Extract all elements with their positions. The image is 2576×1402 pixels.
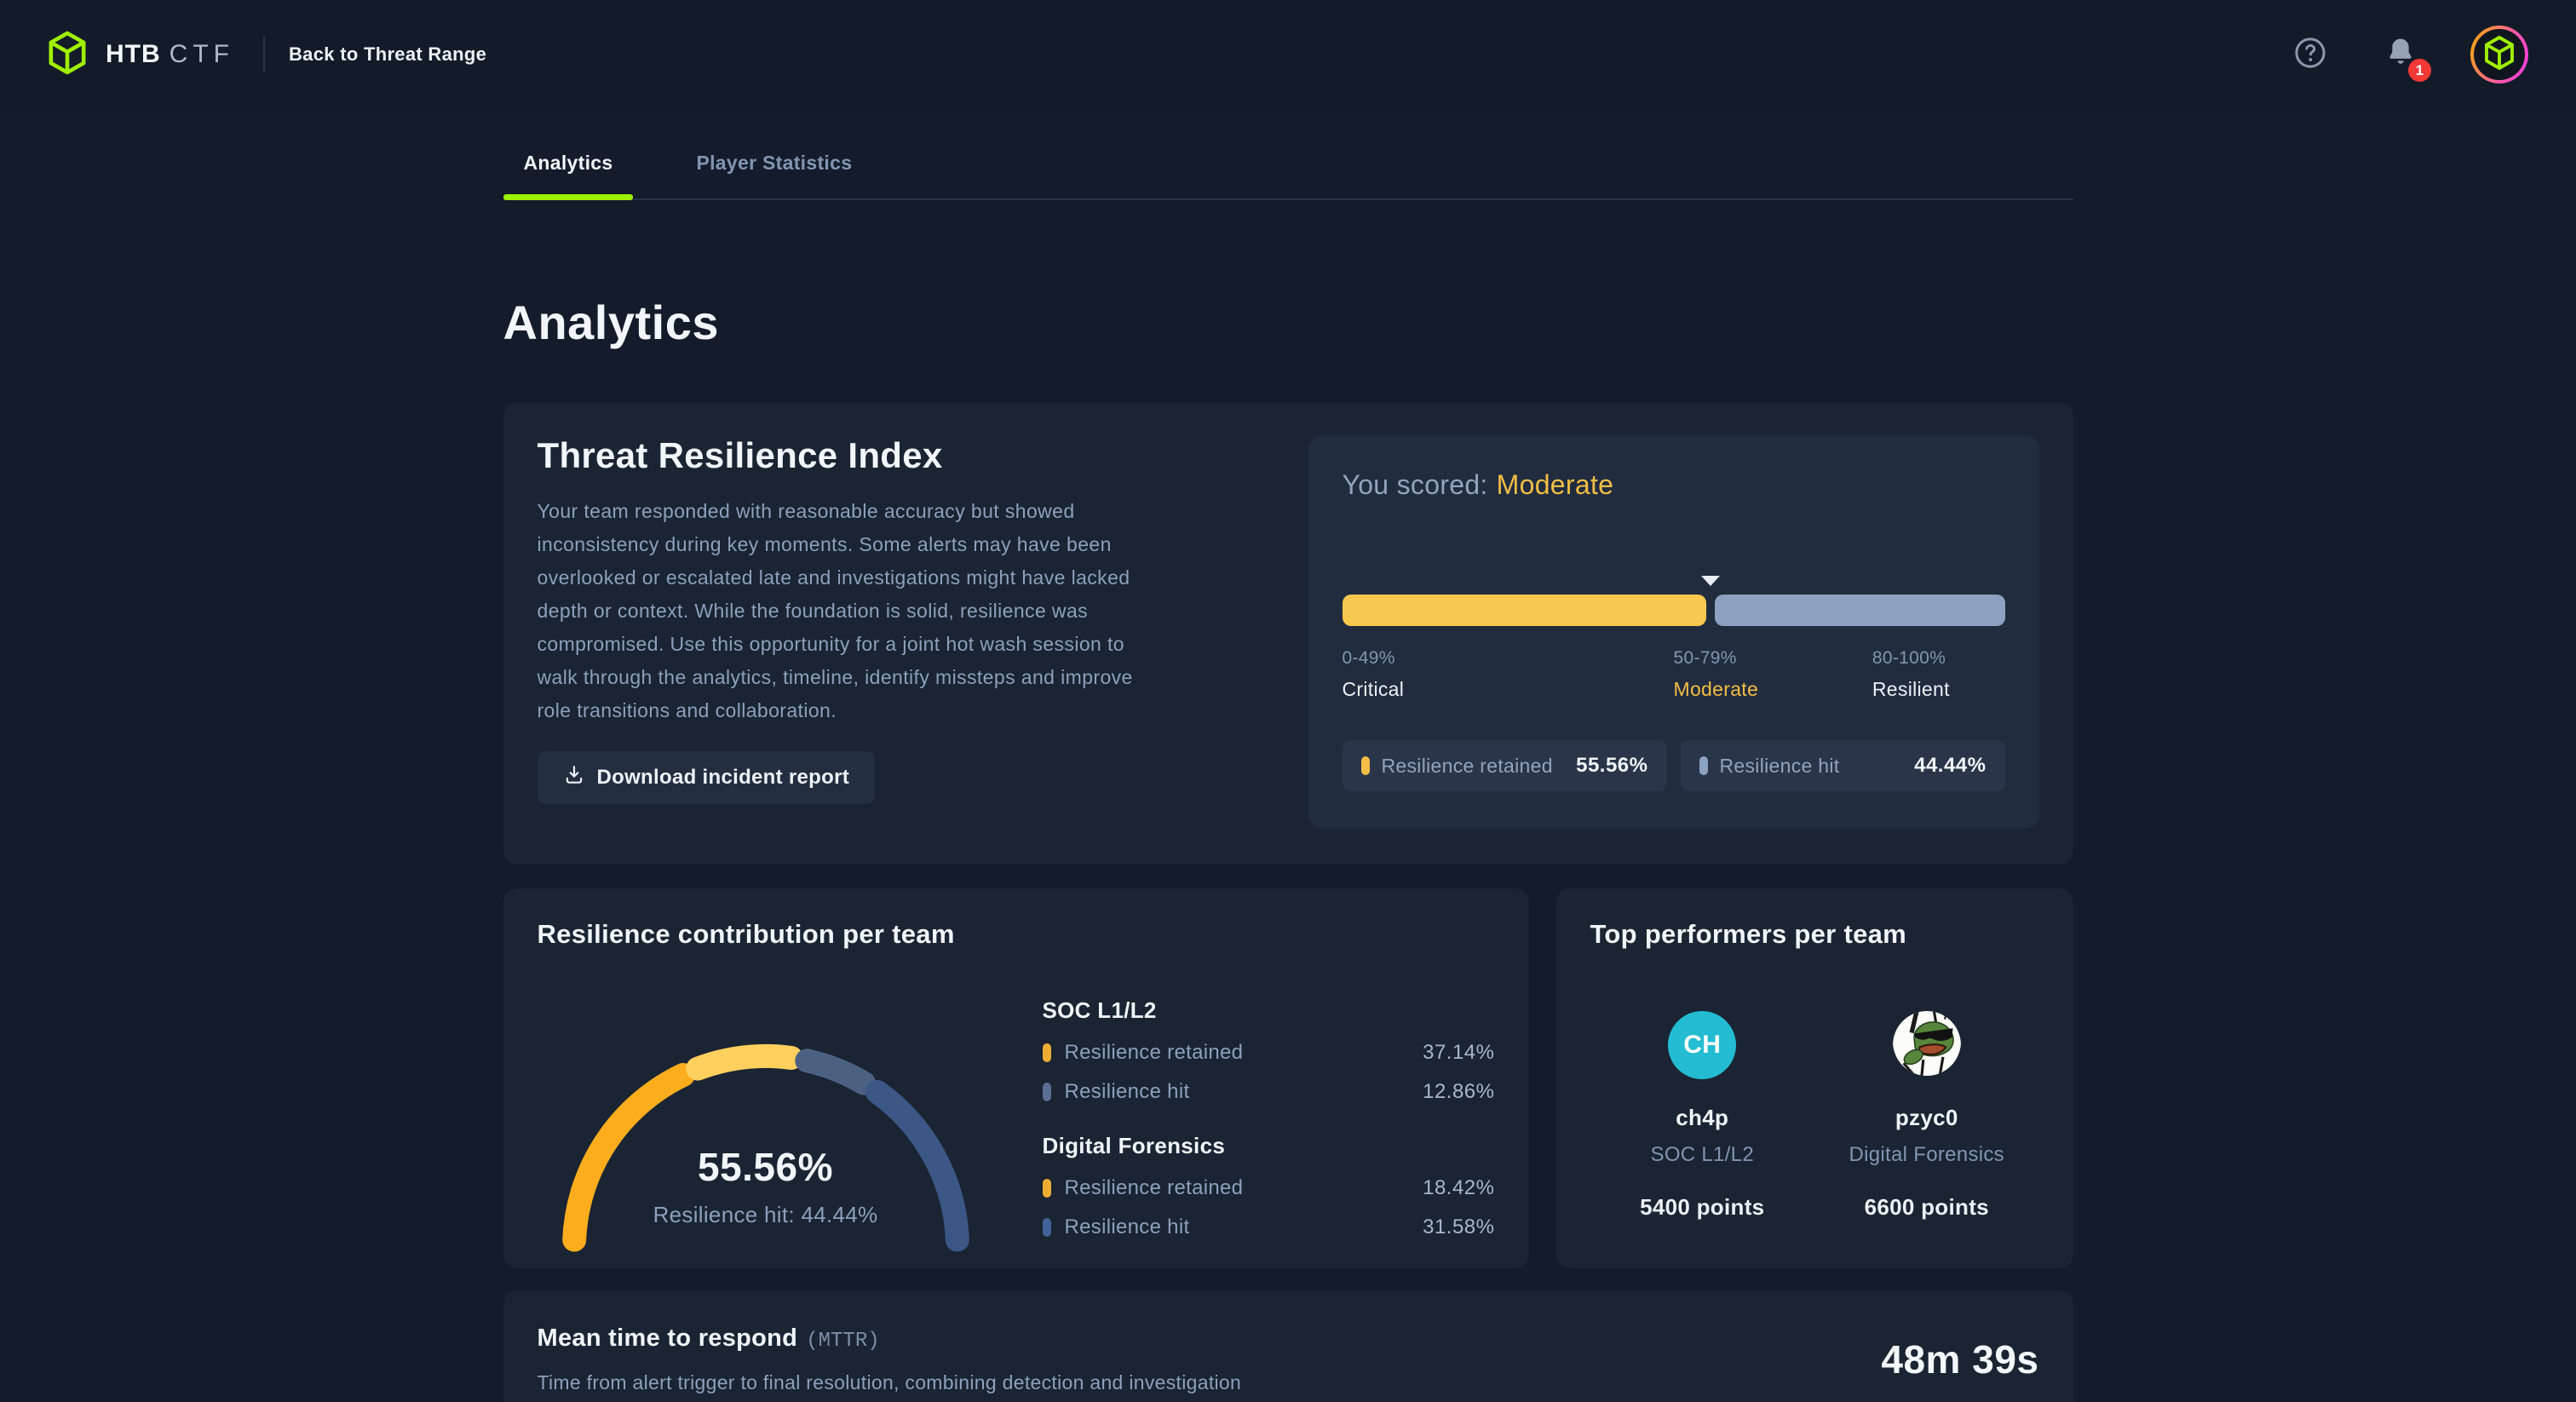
scale-critical-range: 0-49% bbox=[1343, 648, 1405, 669]
legend-pill-icon bbox=[1043, 1179, 1051, 1198]
threat-resilience-index-card: Threat Resilience Index Your team respon… bbox=[503, 403, 2073, 865]
legend-row: Resilience retained 37.14% bbox=[1043, 1041, 1495, 1065]
frog-avatar-icon bbox=[1893, 1011, 1961, 1079]
player-points: 6600 points bbox=[1865, 1194, 1989, 1221]
scale-critical: 0-49% Critical bbox=[1343, 648, 1405, 701]
retained-pill-icon bbox=[1361, 756, 1370, 775]
help-icon bbox=[2292, 35, 2328, 75]
mttr-tag: (MTTR) bbox=[806, 1330, 879, 1353]
tab-analytics[interactable]: Analytics bbox=[503, 147, 634, 198]
score-scale: 0-49% Critical 50-79% Moderate 80-100% R… bbox=[1343, 648, 2005, 704]
notification-badge: 1 bbox=[2408, 59, 2431, 82]
score-bar bbox=[1343, 595, 2005, 626]
score-bar-hit bbox=[1715, 595, 2005, 626]
brand-ctf: CTF bbox=[170, 40, 234, 69]
score-panel: You scored: Moderate 0-49% Critical 50-79… bbox=[1308, 435, 2039, 829]
retained-chip-value: 55.56% bbox=[1576, 754, 1647, 778]
legend-row-label: Resilience retained bbox=[1065, 1041, 1244, 1065]
player-team: Digital Forensics bbox=[1849, 1143, 2005, 1167]
legend-row-value: 18.42% bbox=[1423, 1176, 1494, 1200]
score-bar-retained bbox=[1343, 595, 1706, 626]
tab-player-statistics[interactable]: Player Statistics bbox=[676, 147, 872, 198]
score-prefix: You scored: bbox=[1343, 469, 1488, 500]
scale-resilient: 80-100% Resilient bbox=[1872, 648, 1950, 701]
resilience-contribution-card: Resilience contribution per team 55.56% … bbox=[503, 888, 1529, 1268]
tri-title: Threat Resilience Index bbox=[538, 435, 1144, 476]
player-team: SOC L1/L2 bbox=[1651, 1143, 1754, 1167]
mttr-title-text: Mean time to respond bbox=[538, 1324, 798, 1352]
notifications-button[interactable]: 1 bbox=[2380, 34, 2421, 75]
ch4p-avatar: CH bbox=[1668, 1011, 1736, 1079]
legend-row-value: 12.86% bbox=[1423, 1080, 1494, 1104]
gauge-center-label: Resilience hit: 44.44% bbox=[544, 1202, 987, 1228]
legend-pill-icon bbox=[1043, 1043, 1051, 1062]
legend-row: Resilience hit 31.58% bbox=[1043, 1215, 1495, 1239]
download-icon bbox=[563, 764, 585, 792]
pzyc0-avatar bbox=[1893, 1011, 1961, 1079]
performers-title: Top performers per team bbox=[1590, 919, 2039, 950]
tri-description: Your team responded with reasonable accu… bbox=[538, 495, 1144, 727]
scale-resilient-range: 80-100% bbox=[1872, 648, 1950, 669]
htb-brand[interactable]: HTB CTF bbox=[48, 28, 234, 82]
score-value: Moderate bbox=[1497, 469, 1614, 500]
player-pzyc0[interactable]: pzyc0 Digital Forensics 6600 points bbox=[1814, 1011, 2039, 1221]
player-name: ch4p bbox=[1676, 1105, 1728, 1131]
legend-group-title: Digital Forensics bbox=[1043, 1133, 1495, 1159]
mttr-value: 48m 39s bbox=[1881, 1336, 2038, 1393]
avatar-cube-icon bbox=[2484, 34, 2515, 76]
tab-bar: Analytics Player Statistics bbox=[503, 147, 2073, 200]
legend-row-value: 37.14% bbox=[1423, 1041, 1494, 1065]
legend-group-title: SOC L1/L2 bbox=[1043, 997, 1495, 1024]
scale-moderate: 50-79% Moderate bbox=[1674, 648, 1759, 701]
hit-chip-value: 44.44% bbox=[1914, 754, 1986, 778]
contribution-legend: SOC L1/L2 Resilience retained 37.14% Res… bbox=[1043, 997, 1495, 1255]
player-name: pzyc0 bbox=[1895, 1105, 1958, 1131]
mttr-card: Mean time to respond (MTTR) Time from ale… bbox=[503, 1290, 2073, 1402]
download-button-label: Download incident report bbox=[597, 766, 850, 790]
mttr-description: Time from alert trigger to final resolut… bbox=[538, 1371, 1242, 1394]
download-incident-report-button[interactable]: Download incident report bbox=[538, 751, 876, 804]
gauge-center-value: 55.56% bbox=[544, 1144, 987, 1190]
back-to-threat-range-link[interactable]: Back to Threat Range bbox=[289, 43, 486, 66]
help-button[interactable] bbox=[2290, 34, 2331, 75]
resilience-retained-chip: Resilience retained 55.56% bbox=[1343, 740, 1667, 791]
htb-cube-logo-icon bbox=[48, 28, 87, 82]
hit-pill-icon bbox=[1699, 756, 1708, 775]
resilience-hit-chip: Resilience hit 44.44% bbox=[1681, 740, 2005, 791]
scale-resilient-label: Resilient bbox=[1872, 678, 1950, 701]
score-marker-icon bbox=[1701, 576, 1720, 586]
legend-row-label: Resilience retained bbox=[1065, 1176, 1244, 1200]
scale-critical-label: Critical bbox=[1343, 678, 1405, 701]
scale-moderate-range: 50-79% bbox=[1674, 648, 1759, 669]
player-ch4p[interactable]: CH ch4p SOC L1/L2 5400 points bbox=[1590, 1011, 1815, 1221]
player-points: 5400 points bbox=[1640, 1194, 1764, 1221]
legend-row: Resilience retained 18.42% bbox=[1043, 1176, 1495, 1200]
brand-htb: HTB bbox=[106, 40, 161, 69]
legend-row-value: 31.58% bbox=[1423, 1215, 1494, 1239]
user-avatar[interactable] bbox=[2470, 26, 2528, 83]
legend-pill-icon bbox=[1043, 1218, 1051, 1237]
legend-row-label: Resilience hit bbox=[1065, 1080, 1190, 1104]
score-heading: You scored: Moderate bbox=[1343, 469, 2005, 501]
contribution-title: Resilience contribution per team bbox=[538, 919, 1495, 950]
legend-row: Resilience hit 12.86% bbox=[1043, 1080, 1495, 1104]
legend-row-label: Resilience hit bbox=[1065, 1215, 1190, 1239]
legend-pill-icon bbox=[1043, 1083, 1051, 1101]
topbar-divider bbox=[263, 37, 265, 72]
page-title: Analytics bbox=[503, 296, 2073, 350]
scale-moderate-label: Moderate bbox=[1674, 678, 1759, 701]
hit-chip-label: Resilience hit bbox=[1720, 755, 1840, 778]
retained-chip-label: Resilience retained bbox=[1382, 755, 1553, 778]
topbar: HTB CTF Back to Threat Range 1 bbox=[0, 0, 2576, 109]
top-performers-card: Top performers per team CH ch4p SOC L1/L… bbox=[1556, 888, 2073, 1268]
mttr-title: Mean time to respond (MTTR) bbox=[538, 1324, 1242, 1353]
